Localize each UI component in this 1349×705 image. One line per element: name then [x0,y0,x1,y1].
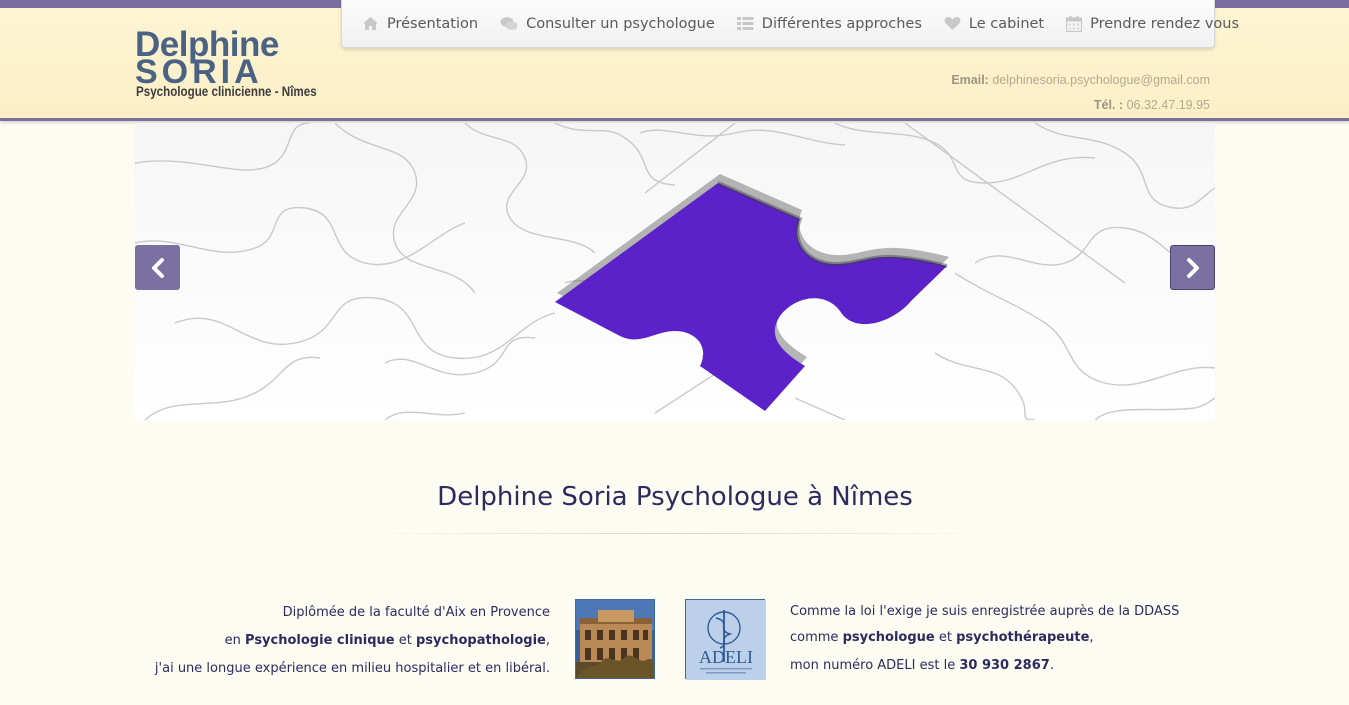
intro-right-text: Comme la loi l'exige je suis enregistrée… [790,599,1210,679]
text-bold-fragment: psychothérapeute [956,630,1090,645]
text-fragment: et [934,630,957,645]
text-bold-fragment: psychopathologie [416,633,546,648]
nav-item-consulter[interactable]: Consulter un psychologue [500,16,715,32]
text-bold-fragment: Psychologie clinique [245,633,395,648]
intro-right-line: mon numéro ADELI est le 30 930 2867. [790,653,1210,679]
heart-icon [944,17,961,30]
text-fragment: mon numéro ADELI est le [790,658,960,673]
nav-item-cabinet[interactable]: Le cabinet [944,16,1044,32]
page-title: Delphine Soria Psychologue à Nîmes [437,482,913,512]
nav-label: Différentes approches [761,15,922,32]
chevron-left-icon [151,257,164,278]
email-label: Email: [951,73,989,87]
nav-label: Prendre rendez vous [1090,15,1240,32]
site-logo[interactable]: Delphine SORIA Psychologue clinicienne -… [135,26,317,108]
adeli-number: 30 930 2867 [959,658,1050,673]
phone-label: Tél. : [1093,98,1124,112]
text-fragment: et [394,633,416,648]
email-value[interactable]: delphinesoria.psychologue@gmail.com [992,73,1210,87]
main-content: Delphine Soria Psychologue à Nîmes Diplô… [135,420,1215,705]
main-navigation: Présentation Consulter un psychologue Di… [341,0,1239,48]
phone-value[interactable]: 06.32.47.19.95 [1127,98,1210,112]
logo-tagline: Psychologue clinicienne - Nîmes [136,84,317,99]
adeli-logo: ADELI [685,599,766,680]
puzzle-slide-image [135,123,1215,420]
intro-left-text: Diplômée de la faculté d'Aix en Provence… [135,599,550,683]
nav-label: Présentation [387,15,479,32]
intro-right-line: comme psychologue et psychothérapeute, [790,625,1210,651]
nav-label: Consulter un psychologue [526,15,715,32]
faculty-building-photo [575,599,655,679]
intro-right-line: Comme la loi l'exige je suis enregistrée… [790,604,1180,619]
contact-info: Email: delphinesoria.psychologue@gmail.c… [951,68,1210,118]
title-divider [345,533,1005,534]
chevron-right-icon [1186,257,1199,278]
chat-bubbles-icon [500,17,518,31]
text-fragment: , [1089,630,1094,645]
text-fragment: . [1049,658,1054,673]
image-slider [135,123,1215,420]
slider-next-button[interactable] [1170,245,1215,290]
text-fragment: en [224,633,246,648]
text-fragment: , [545,633,550,648]
slider-prev-button[interactable] [135,245,180,290]
intro-left-line: Diplômée de la faculté d'Aix en Provence [282,605,550,620]
list-icon [736,17,754,30]
nav-label: Le cabinet [968,15,1045,32]
nav-item-approches[interactable]: Différentes approches [736,15,922,32]
text-bold-fragment: psychologue [842,630,935,645]
intro-left-line: j'ai une longue expérience en milieu hos… [154,661,550,676]
intro-left-line: en Psychologie clinique et psychopatholo… [135,627,550,655]
calendar-icon [1066,15,1083,32]
adeli-logo-text: ADELI [699,647,753,667]
home-icon [363,17,378,30]
text-fragment: comme [790,630,843,645]
nav-item-rendez-vous[interactable]: Prendre rendez vous [1066,15,1240,32]
nav-item-presentation[interactable]: Présentation [362,16,478,32]
contact-email-row: Email: delphinesoria.psychologue@gmail.c… [951,68,1210,93]
contact-phone-row: Tél. : 06.32.47.19.95 [951,93,1210,118]
